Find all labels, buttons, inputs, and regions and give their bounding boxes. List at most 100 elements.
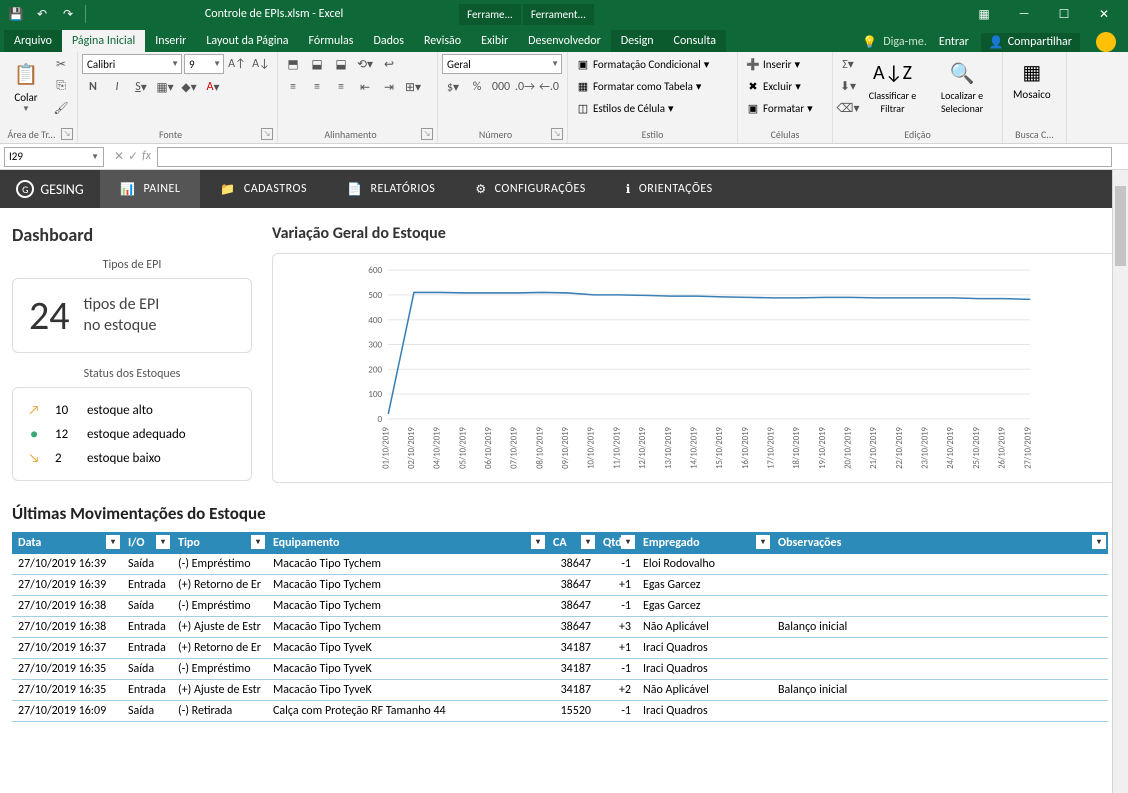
tab-insert[interactable]: Inserir [145, 30, 196, 52]
align-dialog-launcher[interactable]: ↘ [421, 128, 433, 140]
tab-formulas[interactable]: Fórmulas [299, 30, 364, 52]
number-format-combo[interactable]: Geral▼ [442, 54, 562, 74]
merge-icon[interactable]: ⊞▾ [402, 77, 424, 97]
table-row[interactable]: 27/10/2019 16:39Entrada(+) Retorno de Er… [12, 575, 1108, 596]
align-middle-icon[interactable]: ⬓ [306, 54, 328, 74]
cell[interactable]: Não Aplicável [637, 680, 772, 701]
cell[interactable]: 27/10/2019 16:37 [12, 638, 122, 659]
tab-layout[interactable]: Layout da Página [196, 30, 298, 52]
maximize-icon[interactable]: ☐ [1044, 0, 1084, 28]
cell[interactable]: Entrada [122, 617, 172, 638]
decrease-decimal-icon[interactable]: ←.0 [538, 77, 560, 97]
col-observações[interactable]: Observações▾ [772, 532, 1108, 554]
tab-review[interactable]: Revisão [414, 30, 471, 52]
scrollbar-thumb[interactable] [1115, 186, 1126, 266]
cell[interactable]: (-) Retirada [172, 701, 267, 722]
cell[interactable]: Entrada [122, 680, 172, 701]
formula-input[interactable] [157, 147, 1112, 167]
cell[interactable]: Macacão Tipo Tychem [267, 596, 547, 617]
tab-design[interactable]: Design [611, 30, 664, 52]
sort-filter-button[interactable]: A↓ZClassificar e Filtrar [861, 54, 924, 118]
filter-icon[interactable]: ▾ [756, 535, 770, 549]
table-row[interactable]: 27/10/2019 16:38Saída(-) EmpréstimoMacac… [12, 596, 1108, 617]
cell[interactable]: Entrada [122, 638, 172, 659]
clear-icon[interactable]: ⌫▾ [837, 98, 859, 118]
close-icon[interactable]: ✕ [1084, 0, 1124, 28]
cell[interactable]: 27/10/2019 16:39 [12, 575, 122, 596]
currency-icon[interactable]: $▾ [442, 77, 464, 97]
increase-font-icon[interactable]: A↑ [226, 54, 248, 74]
autosum-icon[interactable]: Σ▾ [837, 54, 859, 74]
cell[interactable]: Macacão Tipo TyveK [267, 680, 547, 701]
undo-icon[interactable]: ↶ [30, 2, 54, 26]
filter-icon[interactable]: ▾ [531, 535, 545, 549]
cell[interactable]: Iraci Quadros [637, 659, 772, 680]
align-center-icon[interactable]: ≡ [306, 77, 328, 97]
ribbon-options-icon[interactable]: ▦ [964, 0, 1004, 28]
italic-icon[interactable]: I [106, 77, 128, 97]
tab-file[interactable]: Arquivo [4, 30, 62, 52]
cell[interactable]: Macacão Tipo Tychem [267, 617, 547, 638]
col-empregado[interactable]: Empregado▾ [637, 532, 772, 554]
cell[interactable]: (-) Empréstimo [172, 659, 267, 680]
tab-query[interactable]: Consulta [664, 30, 726, 52]
font-dialog-launcher[interactable]: ↘ [261, 128, 273, 140]
cell[interactable]: 27/10/2019 16:35 [12, 680, 122, 701]
cell[interactable]: (-) Empréstimo [172, 554, 267, 575]
cell[interactable]: 34187 [547, 638, 597, 659]
wrap-text-icon[interactable]: ↩ [378, 54, 400, 74]
number-dialog-launcher[interactable]: ↘ [551, 128, 563, 140]
cell[interactable] [772, 596, 1108, 617]
nav-painel[interactable]: 📊PAINEL [100, 170, 200, 208]
fill-icon[interactable]: ⬇▾ [837, 76, 859, 96]
vertical-scrollbar[interactable] [1112, 170, 1128, 793]
col-qtd[interactable]: Qtd▾ [597, 532, 637, 554]
fx-icon[interactable]: fx [142, 149, 151, 164]
cell[interactable]: (+) Ajuste de Estr [172, 617, 267, 638]
clipboard-dialog-launcher[interactable]: ↘ [61, 128, 73, 140]
cell-styles-button[interactable]: ◫Estilos de Célula ▾ [572, 98, 733, 118]
increase-decimal-icon[interactable]: .0→ [514, 77, 536, 97]
cell[interactable]: Egas Garcez [637, 575, 772, 596]
context-tab-1[interactable]: Ferrame... [459, 4, 521, 25]
cell[interactable]: (+) Retorno de Er [172, 638, 267, 659]
cell[interactable]: Calça com Proteção RF Tamanho 44 [267, 701, 547, 722]
underline-icon[interactable]: S▾ [130, 77, 152, 97]
cell[interactable]: 38647 [547, 596, 597, 617]
filter-icon[interactable]: ▾ [1092, 535, 1106, 549]
signin-link[interactable]: Entrar [939, 35, 969, 49]
font-color-icon[interactable]: A▾ [202, 77, 224, 97]
cell[interactable]: -1 [597, 596, 637, 617]
cell[interactable]: 27/10/2019 16:09 [12, 701, 122, 722]
cell[interactable]: 27/10/2019 16:39 [12, 554, 122, 575]
cell[interactable]: 27/10/2019 16:38 [12, 596, 122, 617]
cell[interactable] [772, 659, 1108, 680]
cell[interactable]: 38647 [547, 575, 597, 596]
table-row[interactable]: 27/10/2019 16:35Saída(-) EmpréstimoMacac… [12, 659, 1108, 680]
tab-view[interactable]: Exibir [471, 30, 518, 52]
cancel-formula-icon[interactable]: ✕ [114, 149, 124, 164]
cell[interactable]: 38647 [547, 554, 597, 575]
cell[interactable]: Entrada [122, 575, 172, 596]
font-size-combo[interactable]: 9▼ [184, 54, 224, 74]
cell[interactable]: -1 [597, 659, 637, 680]
cell[interactable] [772, 638, 1108, 659]
align-right-icon[interactable]: ≡ [330, 77, 352, 97]
cell[interactable]: 38647 [547, 617, 597, 638]
filter-icon[interactable]: ▾ [251, 535, 265, 549]
cell[interactable]: 15520 [547, 701, 597, 722]
percent-icon[interactable]: % [466, 77, 488, 97]
cell[interactable] [772, 554, 1108, 575]
tell-me[interactable]: 💡 Diga-me. [862, 35, 927, 50]
cell[interactable]: 27/10/2019 16:35 [12, 659, 122, 680]
format-cells-button[interactable]: ▣Formatar ▾ [742, 98, 828, 118]
cell[interactable]: Saída [122, 659, 172, 680]
redo-icon[interactable]: ↷ [56, 2, 80, 26]
format-painter-icon[interactable]: 🖌 [50, 98, 72, 118]
cell[interactable]: Macacão Tipo TyveK [267, 659, 547, 680]
filter-icon[interactable]: ▾ [621, 535, 635, 549]
align-left-icon[interactable]: ≡ [282, 77, 304, 97]
cell[interactable]: Saída [122, 554, 172, 575]
cell[interactable]: Macacão Tipo Tychem [267, 554, 547, 575]
format-as-table-button[interactable]: ▦Formatar como Tabela ▾ [572, 76, 733, 96]
